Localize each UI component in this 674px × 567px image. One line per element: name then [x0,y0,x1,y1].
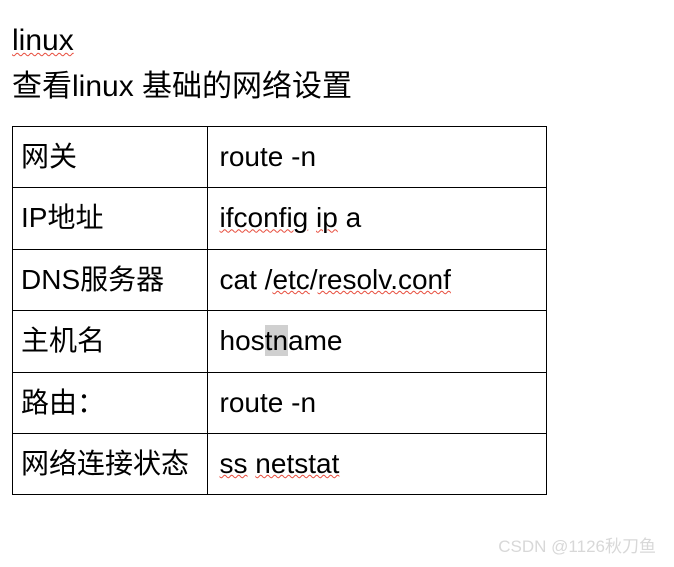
label-cell: 主机名 [13,311,208,372]
table-row: 网络连接状态 ss netstat [13,433,547,494]
cmd-resolv: resolv.conf [318,264,451,295]
command-cell: hostname [207,311,546,372]
network-commands-table: 网关 route -n IP地址 ifconfig ip a DNS服务器 ca… [12,126,547,495]
cmd-netstat: netstat [255,448,339,479]
command-cell: ss netstat [207,433,546,494]
cmd-ss: ss [220,448,248,479]
command-cell: cat /etc/resolv.conf [207,249,546,310]
label-cell: IP地址 [13,188,208,249]
doc-title: linux [12,20,662,62]
label-cell: 网关 [13,127,208,188]
cmd-ip: ip [316,202,338,233]
label-cell: 网络连接状态 [13,433,208,494]
command-cell: ifconfig ip a [207,188,546,249]
label-cell: 路由： [13,372,208,433]
title-text: linux [12,24,74,57]
doc-subtitle: 查看linux 基础的网络设置 [12,66,662,108]
table-row: IP地址 ifconfig ip a [13,188,547,249]
table-row: 主机名 hostname [13,311,547,372]
watermark: CSDN @1126秋刀鱼 [498,532,656,557]
table-row: 网关 route -n [13,127,547,188]
highlighted-text: tn [265,325,288,356]
table-row: DNS服务器 cat /etc/resolv.conf [13,249,547,310]
label-cell: DNS服务器 [13,249,208,310]
cmd-etc: etc [272,264,309,295]
command-cell: route -n [207,372,546,433]
cmd-ifconfig: ifconfig [220,202,309,233]
command-cell: route -n [207,127,546,188]
table-row: 路由： route -n [13,372,547,433]
